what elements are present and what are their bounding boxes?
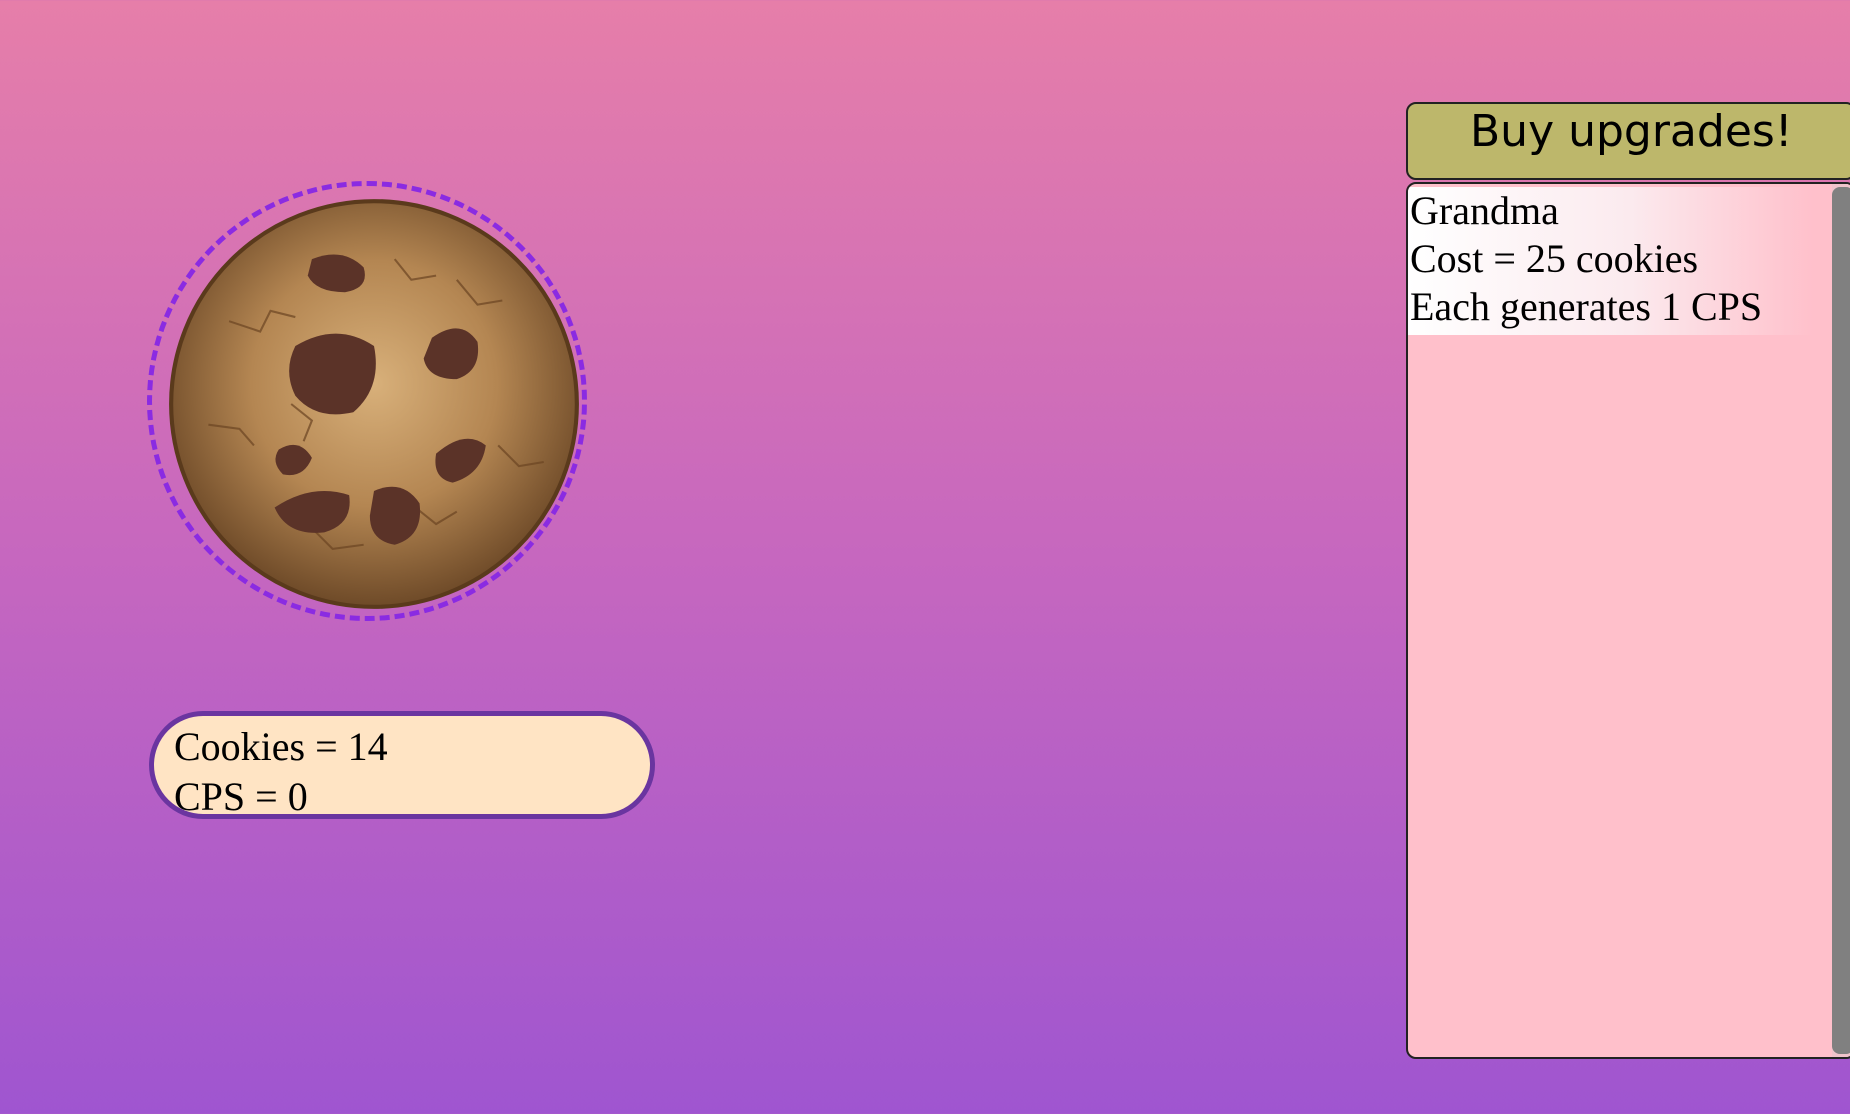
cookie-count: Cookies = 14: [174, 724, 388, 769]
scrollbar-thumb[interactable]: [1832, 187, 1850, 1054]
cookie-icon[interactable]: [167, 197, 581, 611]
upgrades-list[interactable]: Grandma Cost = 25 cookies Each generates…: [1406, 182, 1850, 1059]
upgrade-item-grandma[interactable]: Grandma Cost = 25 cookies Each generates…: [1408, 187, 1813, 335]
upgrade-cost: Cost = 25 cookies: [1410, 236, 1699, 281]
buy-upgrades-button[interactable]: Buy upgrades!: [1406, 102, 1850, 180]
cps-value: CPS = 0: [174, 774, 308, 819]
upgrade-generates: Each generates 1 CPS: [1410, 284, 1763, 329]
upgrade-name: Grandma: [1410, 188, 1559, 233]
stats-panel: Cookies = 14 CPS = 0: [149, 711, 655, 819]
scrollbar[interactable]: [1832, 184, 1850, 1057]
